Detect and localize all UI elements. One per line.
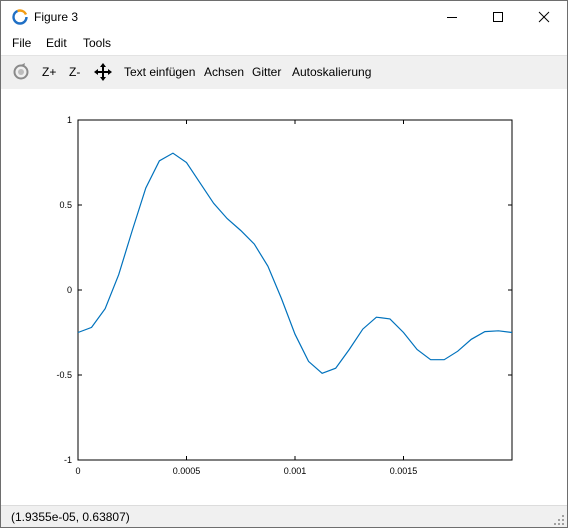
insert-text-button[interactable]: Text einfügen — [124, 65, 195, 79]
figure-window: Figure 3 File Edit Tools Z+ Z- Text einf… — [0, 0, 568, 528]
axes-box — [77, 119, 513, 461]
y-tick-label: 0 — [67, 285, 72, 295]
window-title: Figure 3 — [34, 10, 79, 24]
minimize-icon — [447, 17, 457, 18]
title-bar[interactable]: Figure 3 — [1, 1, 567, 33]
x-tick-label: 0.0005 — [173, 466, 201, 476]
pan-move-icon[interactable] — [94, 62, 112, 87]
figure-toolbar: Z+ Z- Text einfügen Achsen Gitter Autosk… — [1, 55, 567, 90]
menu-file[interactable]: File — [12, 36, 31, 50]
menu-edit[interactable]: Edit — [46, 36, 67, 50]
y-tick-label: -1 — [64, 455, 72, 465]
x-tick-label: 0.001 — [284, 466, 307, 476]
menu-tools[interactable]: Tools — [83, 36, 111, 50]
zoom-in-button[interactable]: Z+ — [42, 65, 56, 79]
maximize-button[interactable] — [475, 1, 521, 33]
cursor-coordinates: (1.9355e-05, 0.63807) — [11, 510, 130, 524]
grid-button[interactable]: Gitter — [252, 65, 281, 79]
autoscale-button[interactable]: Autoskalierung — [292, 65, 371, 79]
close-button[interactable] — [521, 1, 567, 33]
maximize-icon — [493, 12, 503, 22]
minimize-button[interactable] — [429, 1, 475, 33]
zoom-out-button[interactable]: Z- — [69, 65, 80, 79]
y-tick-label: 0.5 — [59, 200, 72, 210]
axes-button[interactable]: Achsen — [204, 65, 244, 79]
y-tick-label: -0.5 — [56, 370, 72, 380]
y-tick-label: 1 — [67, 115, 72, 125]
status-bar: (1.9355e-05, 0.63807) — [1, 505, 567, 527]
menu-bar: File Edit Tools — [1, 33, 567, 55]
resize-grip-icon[interactable] — [553, 514, 565, 526]
close-icon — [538, 11, 550, 23]
octave-logo-icon — [12, 9, 28, 25]
rotate-icon[interactable] — [12, 62, 30, 87]
plot-canvas[interactable]: 0 0.0005 0.001 0.0015 -1 -0.5 0 0.5 1 — [1, 89, 567, 503]
x-tick-label: 0 — [75, 466, 80, 476]
x-tick-label: 0.0015 — [390, 466, 418, 476]
line-chart[interactable]: 0 0.0005 0.001 0.0015 -1 -0.5 0 0.5 1 — [1, 89, 567, 503]
